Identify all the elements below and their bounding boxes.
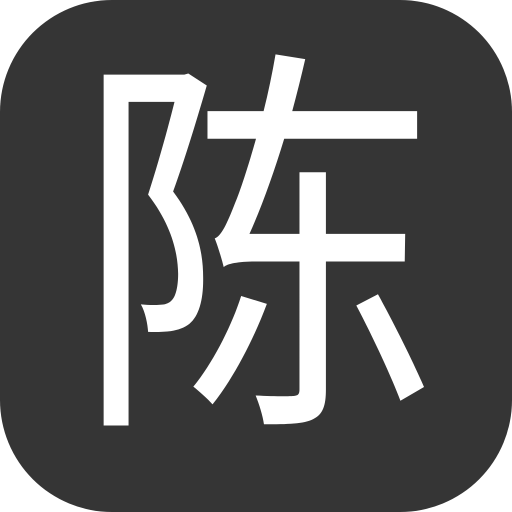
chinese-character-glyph: 陈	[75, 24, 437, 489]
glyph-text: 陈	[75, 24, 437, 489]
app-icon[interactable]: 陈	[0, 0, 512, 512]
